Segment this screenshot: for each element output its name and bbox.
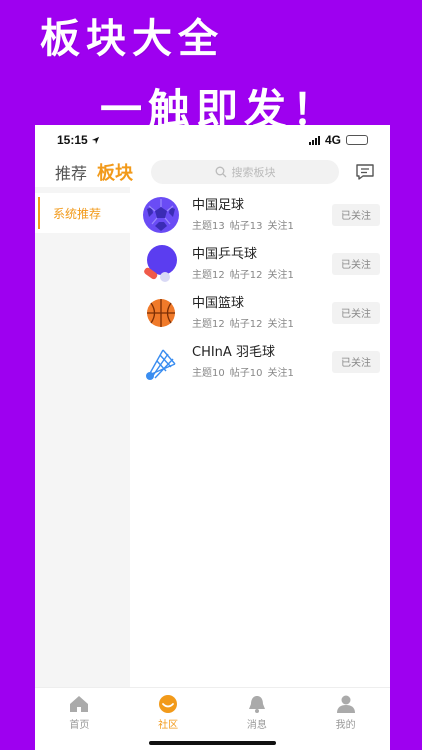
home-indicator [149, 741, 276, 745]
tab-profile-label: 我的 [335, 720, 356, 731]
follow-count: 关注1 [267, 221, 294, 232]
post-count: 帖子12 [229, 270, 263, 281]
header-bar: 推荐 板块 搜索板块 [35, 157, 390, 191]
post-count: 帖子13 [229, 221, 263, 232]
post-count: 帖子12 [229, 319, 263, 330]
message-button[interactable] [354, 161, 376, 183]
search-input[interactable]: 搜索板块 [151, 160, 340, 184]
follow-count: 关注1 [267, 368, 294, 379]
search-icon [215, 166, 226, 178]
followed-button[interactable]: 已关注 [332, 350, 380, 373]
network-label: 4G [324, 133, 341, 147]
post-count: 帖子10 [229, 368, 263, 379]
board-name: 中国足球 [192, 198, 245, 213]
list-item[interactable]: CHInA 羽毛球 主题10 帖子10 关注1 已关注 [140, 337, 380, 386]
location-arrow-icon [91, 136, 99, 144]
followed-button[interactable]: 已关注 [332, 203, 380, 226]
follow-count: 关注1 [267, 270, 294, 281]
signal-icon [308, 135, 320, 145]
tab-recommend[interactable]: 推荐 [55, 160, 87, 184]
tab-home[interactable]: 首页 [35, 688, 124, 750]
shuttlecock-icon [146, 349, 176, 380]
user-icon [336, 695, 355, 713]
community-icon [159, 695, 178, 713]
battery-icon [346, 135, 368, 145]
promo-headline: 板块大全 [40, 16, 224, 62]
topic-count: 主题12 [192, 319, 225, 330]
followed-button[interactable]: 已关注 [332, 252, 380, 275]
status-bar: 15:15 4G [35, 125, 390, 155]
topic-count: 主题13 [192, 221, 225, 232]
status-time: 15:15 [57, 133, 88, 147]
bell-icon [248, 696, 265, 713]
topic-count: 主题10 [192, 368, 225, 379]
sidebar-item-system-recommend[interactable]: 系统推荐 [35, 193, 130, 233]
board-name: 中国乒乓球 [192, 247, 258, 262]
basketball-icon [147, 298, 175, 327]
tab-boards[interactable]: 板块 [97, 159, 133, 191]
home-icon [70, 696, 89, 712]
list-item[interactable]: 中国篮球 主题12 帖子12 关注1 已关注 [140, 288, 380, 337]
soccer-icon [143, 196, 179, 233]
board-name: 中国篮球 [192, 296, 245, 311]
category-sidebar: 系统推荐 [35, 187, 130, 687]
board-name: CHInA 羽毛球 [192, 345, 275, 360]
followed-button[interactable]: 已关注 [332, 301, 380, 324]
message-icon [356, 164, 374, 180]
ping-pong-icon [144, 244, 177, 282]
tab-messages-label: 消息 [246, 720, 267, 731]
tab-home-label: 首页 [69, 720, 90, 731]
app-screen: 15:15 4G 推荐 板块 搜索板块 系统推荐 中国足球 主题13 帖子13 … [35, 125, 390, 750]
topic-count: 主题12 [192, 270, 225, 281]
tab-community-label: 社区 [158, 720, 179, 731]
search-placeholder: 搜索板块 [231, 166, 276, 179]
board-list: 中国足球 主题13 帖子13 关注1 已关注 中国乒乓球 主题12 帖子12 关… [140, 190, 380, 386]
follow-count: 关注1 [267, 319, 294, 330]
tab-profile[interactable]: 我的 [301, 688, 390, 750]
list-item[interactable]: 中国足球 主题13 帖子13 关注1 已关注 [140, 190, 380, 239]
list-item[interactable]: 中国乒乓球 主题12 帖子12 关注1 已关注 [140, 239, 380, 288]
